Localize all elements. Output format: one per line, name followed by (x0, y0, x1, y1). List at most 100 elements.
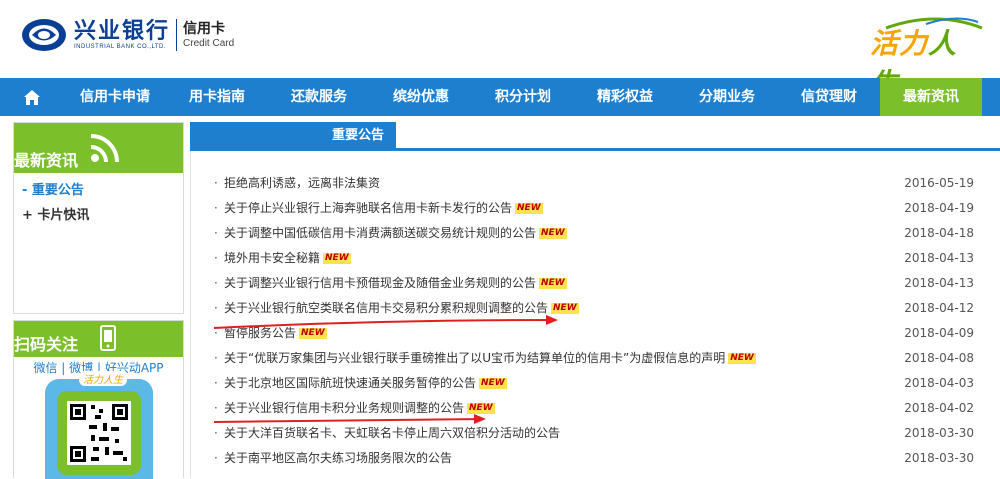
notice-title[interactable]: 关于南平地区高尔夫练习场服务限次的公告 (224, 451, 452, 465)
notice-date: 2016-05-19 (904, 176, 974, 190)
notice-title[interactable]: 关于调整中国低碳信用卡消费满额送碳交易统计规则的公告 (224, 226, 536, 240)
list-item[interactable]: · 关于北京地区国际航班快速通关服务暂停的公告 NEW 2018-04-03 (214, 371, 974, 396)
nav-item-repayment[interactable]: 还款服务 (268, 78, 370, 116)
list-item[interactable]: · 关于南平地区高尔夫练习场服务限次的公告 2018-03-30 (214, 446, 974, 471)
logo-divider (176, 19, 178, 51)
sidebar-item-important-notices[interactable]: - 重要公告 (14, 179, 183, 198)
scan-title: 扫码关注 (14, 335, 79, 354)
notice-title[interactable]: 关于兴业银行信用卡积分业务规则调整的公告 (224, 401, 464, 415)
sidebar-scan: 扫码关注 微信 | 微博 | 好兴动APP 活力人生 (13, 320, 184, 479)
notice-date: 2018-04-13 (904, 251, 974, 265)
notice-date: 2018-04-13 (904, 276, 974, 290)
bullet: · (214, 226, 218, 240)
list-item[interactable]: · 关于“优联万家集团与兴业银行联手重磅推出了以U宝币为结算单位的信用卡”为虚假信… (214, 346, 974, 371)
qr-code-icon (67, 401, 131, 465)
nav-item-card-apply[interactable]: 信用卡申请 (64, 78, 166, 116)
new-badge: NEW (515, 203, 543, 214)
phone-icon (100, 325, 116, 351)
new-badge: NEW (539, 278, 567, 289)
list-item[interactable]: · 拒绝高利诱惑，远离非法集资 2016-05-19 (214, 171, 974, 196)
notice-title[interactable]: 境外用卡安全秘籍 (224, 251, 320, 265)
notice-title[interactable]: 拒绝高利诱惑，远离非法集资 (224, 176, 380, 190)
bullet: · (214, 176, 218, 190)
bullet: · (214, 426, 218, 440)
new-badge: NEW (467, 403, 495, 414)
qr-badge: 活力人生 (79, 371, 127, 386)
bullet: · (214, 326, 218, 340)
bullet: · (214, 251, 218, 265)
bank-name-cn: 兴业银行 (74, 18, 171, 44)
notice-title[interactable]: 关于“优联万家集团与兴业银行联手重磅推出了以U宝币为结算单位的信用卡”为虚假信息… (224, 351, 725, 365)
notice-date: 2018-04-12 (904, 301, 974, 315)
notice-title[interactable]: 关于调整兴业银行信用卡预借现金及随借金业务规则的公告 (224, 276, 536, 290)
list-item[interactable]: · 暂停服务公告 NEW 2018-04-09 (214, 321, 974, 346)
slogan-part-a: 活力 (870, 27, 929, 60)
bullet: · (214, 401, 218, 415)
main-tab-row: 重要公告 (190, 122, 1000, 151)
notice-date: 2018-04-18 (904, 226, 974, 240)
notice-list: · 拒绝高利诱惑，远离非法集资 2016-05-19 · 关于停止兴业银行上海奔驰联名… (214, 171, 974, 471)
nav-item-installment[interactable]: 分期业务 (676, 78, 778, 116)
credit-card-cn: 信用卡 (183, 21, 226, 37)
new-badge: NEW (299, 328, 327, 339)
slogan-logo: 活力人生 (866, 14, 986, 100)
list-item[interactable]: · 关于调整中国低碳信用卡消费满额送碳交易统计规则的公告 NEW 2018-04-18 (214, 221, 974, 246)
notice-title[interactable]: 关于兴业银行航空类联名信用卡交易积分累积规则调整的公告 (224, 301, 548, 315)
sidebar-item-label: 卡片快讯 (37, 208, 90, 223)
bullet: · (214, 201, 218, 215)
tab-important-notices[interactable]: 重要公告 (190, 122, 396, 150)
list-item[interactable]: · 关于大洋百货联名卡、天虹联名卡停止周六双倍积分活动的公告 2018-03-30 (214, 421, 974, 446)
sidebar-news: 最新资讯 - 重要公告 + 卡片快讯 (13, 122, 184, 314)
credit-card-label: 信用卡 Credit Card (183, 20, 234, 50)
notice-date: 2018-04-03 (904, 376, 974, 390)
nav-item-offers[interactable]: 缤纷优惠 (370, 78, 472, 116)
nav-item-points[interactable]: 积分计划 (472, 78, 574, 116)
bank-logo-icon (22, 19, 66, 51)
notice-date: 2018-04-09 (904, 326, 974, 340)
new-badge: NEW (539, 228, 567, 239)
sidebar-scan-header: 扫码关注 (14, 321, 183, 357)
bullet: · (214, 351, 218, 365)
nav-item-card-guide[interactable]: 用卡指南 (166, 78, 268, 116)
new-badge: NEW (551, 303, 579, 314)
list-item[interactable]: · 关于停止兴业银行上海奔驰联名信用卡新卡发行的公告 NEW 2018-04-19 (214, 196, 974, 221)
new-badge: NEW (728, 353, 756, 364)
qr-code-background (57, 391, 141, 475)
sidebar-news-header: 最新资讯 (14, 123, 183, 173)
bullet: · (214, 276, 218, 290)
rss-icon (90, 134, 119, 163)
notice-title[interactable]: 关于大洋百货联名卡、天虹联名卡停止周六双倍积分活动的公告 (224, 426, 560, 440)
list-item[interactable]: · 关于调整兴业银行信用卡预借现金及随借金业务规则的公告 NEW 2018-04-13 (214, 271, 974, 296)
site-header: 兴业银行 INDUSTRIAL BANK CO.,LTD. 信用卡 Credit… (0, 0, 1000, 100)
nav-item-benefits[interactable]: 精彩权益 (574, 78, 676, 116)
notice-title[interactable]: 关于北京地区国际航班快速通关服务暂停的公告 (224, 376, 476, 390)
notice-title[interactable]: 关于停止兴业银行上海奔驰联名信用卡新卡发行的公告 (224, 201, 512, 215)
notice-date: 2018-04-19 (904, 201, 974, 215)
bank-name: 兴业银行 INDUSTRIAL BANK CO.,LTD. (74, 19, 170, 51)
home-icon (24, 89, 40, 105)
sidebar-item-card-news[interactable]: + 卡片快讯 (14, 204, 183, 223)
list-item[interactable]: · 关于兴业银行信用卡积分业务规则调整的公告 NEW 2018-04-02 (214, 396, 974, 421)
notice-title[interactable]: 暂停服务公告 (224, 326, 296, 340)
nav-home[interactable] (0, 78, 64, 116)
bank-logo[interactable]: 兴业银行 INDUSTRIAL BANK CO.,LTD. 信用卡 Credit… (20, 16, 234, 54)
bank-name-en: INDUSTRIAL BANK CO.,LTD. (74, 44, 167, 50)
sidebar-title: 最新资讯 (14, 151, 79, 170)
bullet: · (214, 451, 218, 465)
sidebar-item-prefix: - (22, 183, 32, 198)
nav-item-latest-news[interactable]: 最新资讯 (880, 78, 982, 116)
bullet: · (214, 301, 218, 315)
credit-card-en: Credit Card (183, 38, 235, 49)
notice-date: 2018-03-30 (904, 426, 974, 440)
list-item[interactable]: · 关于兴业银行航空类联名信用卡交易积分累积规则调整的公告 NEW 2018-04-1… (214, 296, 974, 321)
list-item[interactable]: · 境外用卡安全秘籍 NEW 2018-04-13 (214, 246, 974, 271)
notice-date: 2018-03-30 (904, 451, 974, 465)
qr-code-frame: 活力人生 (45, 371, 153, 479)
notice-date: 2018-04-02 (904, 401, 974, 415)
notice-date: 2018-04-08 (904, 351, 974, 365)
new-badge: NEW (479, 378, 507, 389)
main-nav: 信用卡申请 用卡指南 还款服务 缤纷优惠 积分计划 精彩权益 分期业务 信贷理财… (0, 78, 1000, 116)
nav-item-finance[interactable]: 信贷理财 (778, 78, 880, 116)
bullet: · (214, 376, 218, 390)
sidebar-item-label: 重要公告 (31, 183, 84, 198)
